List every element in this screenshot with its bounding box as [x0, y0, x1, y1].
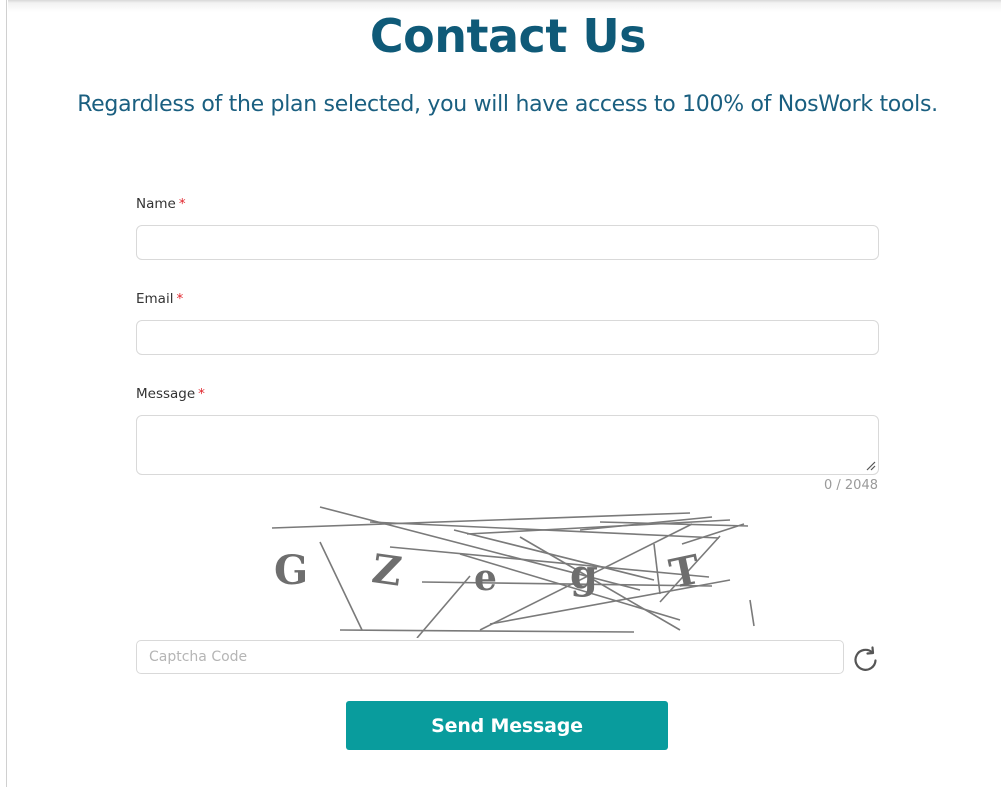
message-char-counter: 0 / 2048 [824, 478, 878, 493]
message-textarea[interactable] [136, 415, 879, 475]
message-label: Message * [136, 385, 205, 403]
required-mark: * [176, 291, 184, 307]
captcha-glyph: g [570, 551, 598, 598]
page-subtitle: Regardless of the plan selected, you wil… [77, 92, 938, 117]
captcha-glyphs: G Z e g T [274, 545, 705, 599]
captcha-code-input[interactable] [136, 640, 844, 674]
send-message-button[interactable]: Send Message [346, 701, 668, 750]
captcha-glyph: Z [369, 545, 404, 596]
captcha-image: G Z e g T [271, 506, 755, 638]
resize-grip-icon[interactable] [864, 459, 876, 471]
contact-page: Contact Us Regardless of the plan select… [0, 0, 1001, 787]
captcha-glyph: G [274, 547, 308, 594]
required-mark: * [178, 196, 186, 212]
message-label-text: Message [136, 386, 196, 402]
email-label: Email * [136, 290, 183, 308]
name-label: Name * [136, 195, 186, 213]
page-title: Contact Us [369, 9, 647, 63]
name-input[interactable] [136, 225, 879, 260]
email-input[interactable] [136, 320, 879, 355]
refresh-icon[interactable] [851, 645, 881, 673]
required-mark: * [198, 386, 205, 402]
captcha-glyph: e [474, 557, 497, 599]
email-label-text: Email [136, 291, 174, 307]
name-label-text: Name [136, 196, 176, 212]
